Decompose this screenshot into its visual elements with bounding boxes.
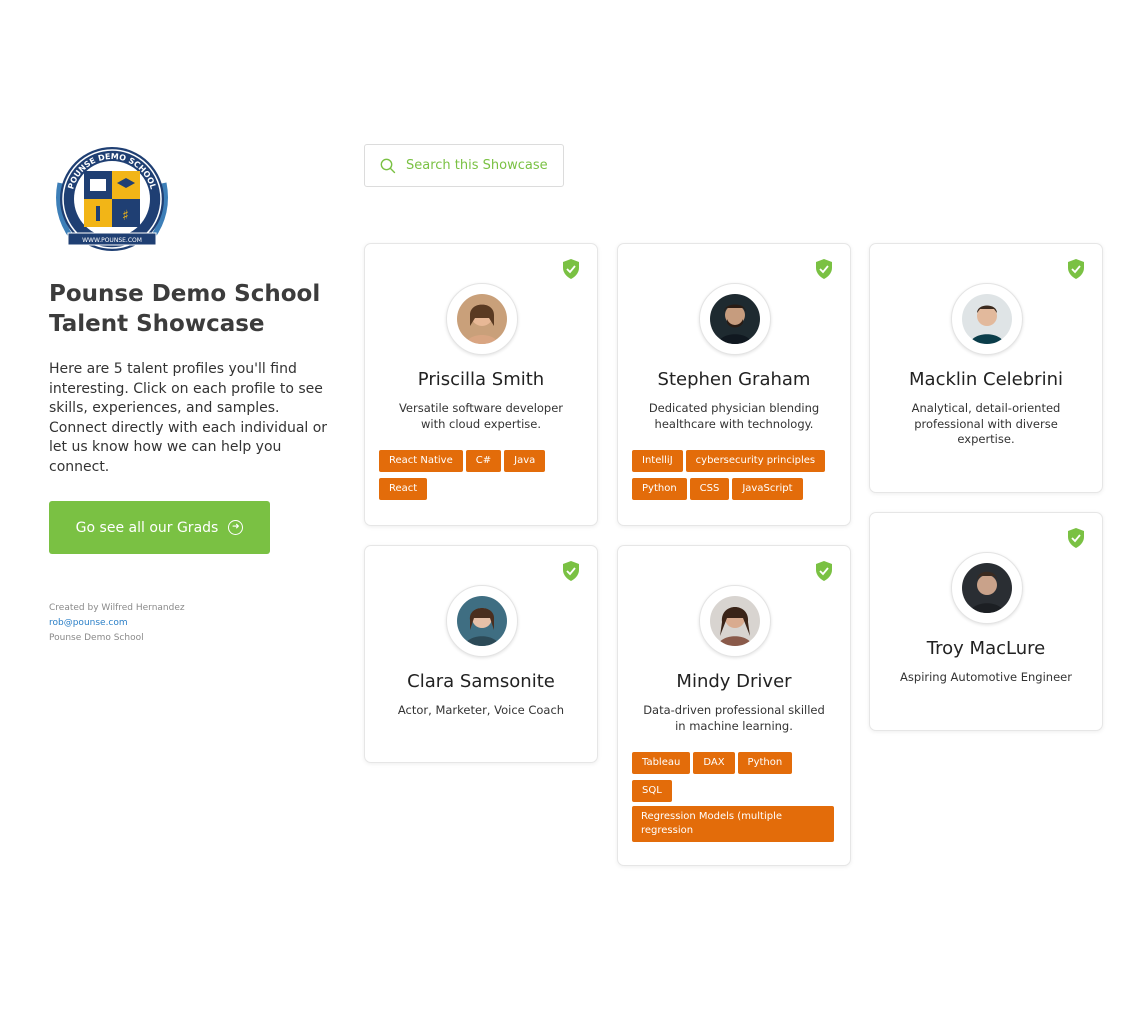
search-input[interactable] xyxy=(406,158,556,173)
avatar xyxy=(951,283,1023,355)
profile-bio: Dedicated physician blending healthcare … xyxy=(648,401,820,431)
search-box[interactable] xyxy=(364,144,564,187)
intro-text: Here are 5 talent profiles you'll find i… xyxy=(49,361,328,475)
avatar xyxy=(699,585,771,657)
profile-name: Macklin Celebrini xyxy=(909,369,1063,390)
skill-tag: SQL xyxy=(632,780,672,802)
profile-photo xyxy=(457,596,507,646)
avatar xyxy=(446,585,518,657)
skill-tags: React Native C# Java React xyxy=(379,448,583,504)
profile-photo xyxy=(962,294,1012,344)
skill-tag: DAX xyxy=(693,752,735,774)
skill-tag: React xyxy=(379,478,428,500)
page-title: Pounse Demo School Talent Showcase xyxy=(49,281,321,337)
see-all-grads-button[interactable]: Go see all our Grads ➜ xyxy=(49,501,270,554)
skill-tag: cybersecurity principles xyxy=(685,450,826,472)
skill-tag: JavaScript xyxy=(732,478,803,500)
skill-tag: Python xyxy=(632,478,687,500)
profile-card[interactable]: Clara Samsonite Actor, Marketer, Voice C… xyxy=(364,545,598,763)
skill-tags: Tableau DAX Python SQL Regression Models (m… xyxy=(632,750,836,846)
skill-tag: IntelliJ xyxy=(632,450,683,472)
skill-tag: CSS xyxy=(689,478,730,500)
svg-text:♯: ♯ xyxy=(122,208,129,224)
verified-shield-icon xyxy=(816,259,832,279)
arrow-circle-right-icon: ➜ xyxy=(228,520,244,535)
footer-org: Pounse Demo School xyxy=(49,633,144,643)
skill-tag: C# xyxy=(465,450,502,472)
profile-name: Clara Samsonite xyxy=(407,671,555,692)
avatar xyxy=(699,283,771,355)
profile-photo xyxy=(962,563,1012,613)
see-all-grads-label: Go see all our Grads xyxy=(75,519,219,536)
verified-shield-icon xyxy=(1068,259,1084,279)
verified-shield-icon xyxy=(1068,528,1084,548)
profile-bio: Analytical, detail-oriented professional… xyxy=(911,401,1061,446)
avatar xyxy=(951,552,1023,624)
profile-card[interactable]: Troy MacLure Aspiring Automotive Enginee… xyxy=(869,512,1103,731)
skill-tag: React Native xyxy=(379,450,463,472)
profile-name: Troy MacLure xyxy=(926,638,1046,659)
skill-tag: Tableau xyxy=(632,752,691,774)
school-logo: ♯ WWW.POUNSE.COM POUNSE DEMO SCHOOL xyxy=(50,143,174,256)
skill-tag: Regression Models (multiple regression xyxy=(632,806,834,842)
verified-shield-icon xyxy=(563,561,579,581)
profile-photo xyxy=(710,294,760,344)
profile-name: Stephen Graham xyxy=(657,369,811,390)
profile-photo xyxy=(457,294,507,344)
avatar xyxy=(446,283,518,355)
profile-card[interactable]: Macklin Celebrini Analytical, detail-ori… xyxy=(869,243,1103,493)
contact-email-link[interactable]: rob@pounse.com xyxy=(49,616,185,631)
profile-name: Mindy Driver xyxy=(676,671,792,692)
profile-bio: Aspiring Automotive Engineer xyxy=(900,670,1072,684)
svg-text:WWW.POUNSE.COM: WWW.POUNSE.COM xyxy=(82,237,142,244)
profile-bio: Versatile software developer with cloud … xyxy=(398,401,564,431)
skill-tag: Python xyxy=(737,752,793,774)
profile-bio: Data-driven professional skilled in mach… xyxy=(643,703,825,733)
search-icon xyxy=(380,158,396,173)
verified-shield-icon xyxy=(816,561,832,581)
skill-tag: Java xyxy=(504,450,546,472)
profile-card[interactable]: Stephen Graham Dedicated physician blend… xyxy=(617,243,851,526)
footer: Created by Wilfred Hernandez rob@pounse.… xyxy=(49,601,185,646)
created-by: Created by Wilfred Hernandez xyxy=(49,603,185,613)
profile-card[interactable]: Priscilla Smith Versatile software devel… xyxy=(364,243,598,526)
profile-bio: Actor, Marketer, Voice Coach xyxy=(397,703,565,717)
profile-name: Priscilla Smith xyxy=(417,369,545,390)
profile-photo xyxy=(710,596,760,646)
skill-tags: IntelliJ cybersecurity principles Python CS… xyxy=(632,448,836,504)
verified-shield-icon xyxy=(563,259,579,279)
profile-card[interactable]: Mindy Driver Data-driven professional sk… xyxy=(617,545,851,866)
